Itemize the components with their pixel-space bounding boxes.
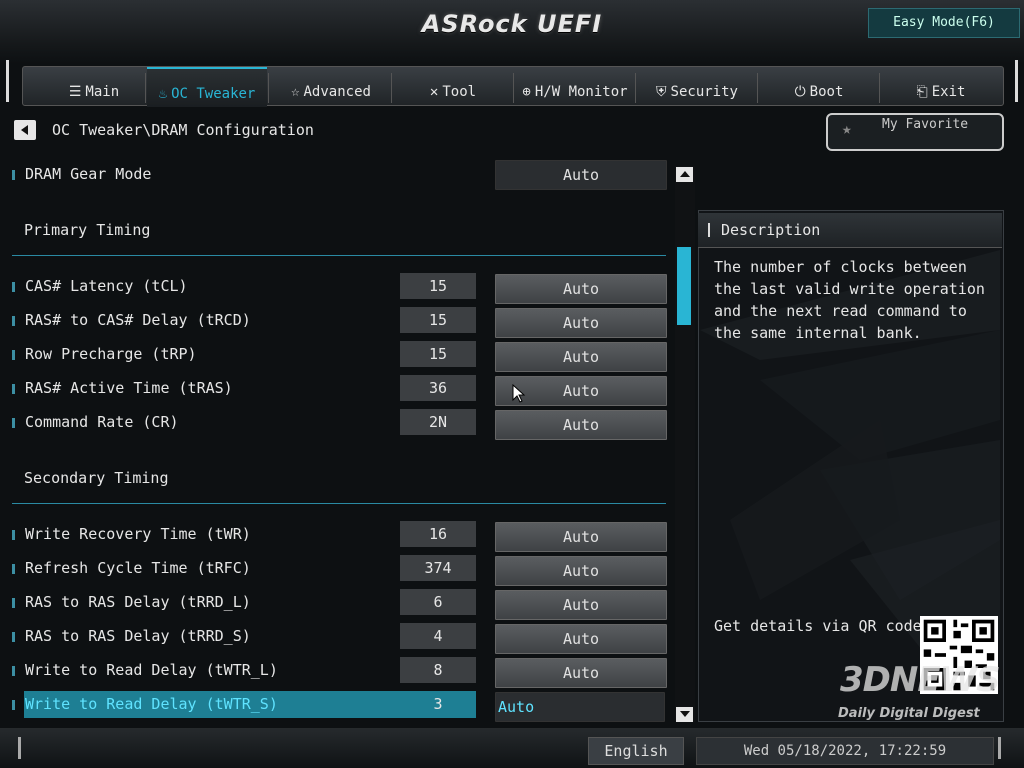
row-marker [12,384,15,394]
tab-main[interactable]: ☰ Main [39,67,149,105]
tab-hw-monitor[interactable]: ⊕ H/W Monitor [515,67,635,105]
cr-select[interactable]: Auto [495,410,667,440]
trrd-s-current-value: 4 [400,623,476,649]
setting-label-trp[interactable]: Row Precharge (tRP) [25,345,197,363]
setting-label-trfc[interactable]: Refresh Cycle Time (tRFC) [25,559,251,577]
setting-label-twtr-s[interactable]: Write to Read Delay (tWTR_S) [25,695,278,713]
scroll-up-arrow-icon[interactable] [676,167,693,182]
setting-label-twtr-l[interactable]: Write to Read Delay (tWTR_L) [25,661,278,679]
language-button[interactable]: English [588,737,684,765]
tab-main-label: Main [85,84,120,100]
breadcrumb: OC Tweaker\DRAM Configuration [52,121,314,139]
setting-label-trrd-s[interactable]: RAS to RAS Delay (tRRD_S) [25,627,251,645]
main-nav: ☰ Main ♨ OC Tweaker ☆ Advanced ✕ Tool ⊕ H/W M… [22,66,1004,107]
trcd-current-value: 15 [400,307,476,333]
watermark-tagline: Daily Digital Digest [838,706,980,721]
tab-hw-monitor-label: H/W Monitor [534,84,628,100]
mouse-cursor-icon [512,384,526,403]
tcl-select[interactable]: Auto [495,274,667,304]
twr-select[interactable]: Auto [495,522,667,552]
setting-label-tras[interactable]: RAS# Active Time (tRAS) [25,379,233,397]
row-marker [12,418,15,428]
setting-label-tcl[interactable]: CAS# Latency (tCL) [25,277,188,295]
section-divider [12,503,666,504]
tools-icon: ✕ [429,84,439,100]
description-title: Description [721,221,821,239]
watermark-logo: 3DNEWS [840,660,1001,700]
tab-boot-label: Boot [809,84,844,100]
trp-current-value: 15 [400,341,476,367]
tab-oc-tweaker-label: OC Tweaker [171,86,256,102]
tab-security[interactable]: ⛨ Security [637,67,757,105]
monitor-icon: ⊕ [522,84,531,100]
setting-label-cr[interactable]: Command Rate (CR) [25,413,179,431]
tab-tool[interactable]: ✕ Tool [393,67,513,105]
list-icon: ☰ [68,84,82,100]
twtr-s-current-value: 3 [433,695,443,713]
qr-code-label: Get details via QR code [714,617,922,635]
tab-exit-label: Exit [931,84,966,100]
twr-current-value: 16 [400,521,476,547]
trrd-l-current-value: 6 [400,589,476,615]
setting-label-dram-gear-mode[interactable]: DRAM Gear Mode [25,165,151,183]
star-icon: ☆ [291,84,300,100]
row-marker [12,350,15,360]
scroll-down-arrow-icon[interactable] [676,707,693,722]
row-marker [12,666,15,676]
section-primary-timing: Primary Timing [24,221,151,239]
tab-tool-label: Tool [442,84,477,100]
setting-label-twr[interactable]: Write Recovery Time (tWR) [25,525,251,543]
tcl-current-value: 15 [400,273,476,299]
dram-gear-mode-select[interactable]: Auto [495,160,667,190]
row-marker [12,170,15,180]
bottom-right-mark [998,737,1001,759]
tab-advanced-label: Advanced [303,84,371,100]
row-marker [12,700,15,710]
row-marker [12,632,15,642]
left-frame-mark [6,60,9,102]
flame-icon: ♨ [158,86,168,102]
twtr-s-input[interactable]: Auto [495,692,665,722]
my-favorite-label: My Favorite [882,117,969,132]
cr-current-value: 2N [400,409,476,435]
tab-exit[interactable]: ⎗ Exit [881,67,1001,105]
tras-current-value: 36 [400,375,476,401]
section-secondary-timing: Secondary Timing [24,469,169,487]
section-divider [12,255,666,256]
right-frame-mark [1015,60,1018,102]
trrd-s-select[interactable]: Auto [495,624,667,654]
tab-boot[interactable]: ⏻ Boot [759,67,879,105]
trcd-select[interactable]: Auto [495,308,667,338]
trfc-current-value: 374 [400,555,476,581]
exit-icon: ⎗ [916,84,928,100]
scrollbar-thumb[interactable] [677,247,691,325]
trp-select[interactable]: Auto [495,342,667,372]
tab-oc-tweaker[interactable]: ♨ OC Tweaker [147,67,267,107]
bottom-left-mark [18,737,21,759]
star-icon: ★ [842,119,852,138]
trfc-select[interactable]: Auto [495,556,667,586]
row-marker [12,316,15,326]
row-marker [12,530,15,540]
tab-security-label: Security [670,84,738,100]
description-marker [708,223,710,237]
shield-icon: ⛨ [656,84,667,100]
date-time-display: Wed 05/18/2022, 17:22:59 [696,737,994,765]
setting-label-trrd-l[interactable]: RAS to RAS Delay (tRRD_L) [25,593,251,611]
row-marker [12,282,15,292]
row-marker [12,598,15,608]
twtr-l-current-value: 8 [400,657,476,683]
twtr-l-select[interactable]: Auto [495,658,667,688]
tab-advanced[interactable]: ☆ Advanced [271,67,391,105]
row-marker [12,564,15,574]
trrd-l-select[interactable]: Auto [495,590,667,620]
back-button[interactable] [14,120,36,140]
easy-mode-button[interactable]: Easy Mode(F6) [868,8,1020,38]
description-text: The number of clocks between the last va… [714,258,985,342]
power-icon: ⏻ [794,84,806,100]
my-favorite-button[interactable]: ★ My Favorite [826,113,1004,151]
setting-label-trcd[interactable]: RAS# to CAS# Delay (tRCD) [25,311,251,329]
